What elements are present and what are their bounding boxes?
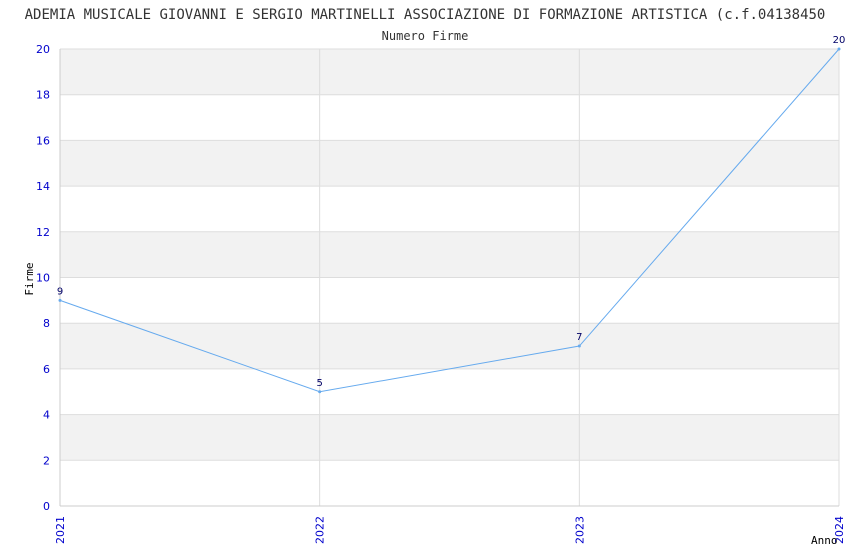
data-point (318, 390, 322, 394)
y-tick-label: 18 (36, 89, 50, 102)
x-tick-labels: 2021 2022 2023 2024 (54, 516, 846, 544)
line-chart: 0 2 4 6 8 10 12 14 16 18 20 2021 2022 2023 20 2 4 9 5 7 20… (23, 7, 846, 547)
y-axis-title: Firme (23, 262, 36, 295)
x-tick-label: 2023 (573, 516, 586, 544)
x-axis-title: Anno (811, 534, 838, 547)
grid-band (60, 231, 839, 278)
y-tick-labels: 0 2 4 6 8 10 12 14 16 18 20 (36, 43, 50, 513)
chart-title: ADEMIA MUSICALE GIOVANNI E SERGIO MARTIN… (25, 7, 826, 23)
data-label: 7 (576, 332, 582, 343)
data-label: 5 (316, 378, 322, 389)
data-point (837, 47, 841, 51)
y-tick-label: 12 (36, 226, 50, 239)
chart-subtitle: Numero Firme (382, 29, 469, 43)
y-tick-label: 2 (43, 454, 50, 467)
grid-band (60, 323, 839, 369)
background-bands (60, 49, 839, 461)
y-tick-label: 4 (43, 409, 50, 422)
grid-band (60, 49, 839, 95)
grid-band (60, 140, 839, 187)
y-tick-label: 6 (43, 363, 50, 376)
data-point (58, 298, 62, 302)
y-tick-label: 14 (36, 180, 50, 193)
grid-band (60, 414, 839, 461)
y-tick-label: 8 (43, 317, 50, 330)
x-tick-label: 2022 (314, 516, 327, 544)
x-tick-label: 2021 (54, 516, 67, 544)
y-tick-label: 10 (36, 272, 50, 285)
y-tick-label: 0 (43, 500, 50, 513)
data-point (577, 344, 581, 348)
y-tick-label: 16 (36, 134, 50, 147)
data-label: 20 (833, 35, 846, 46)
data-label: 9 (57, 286, 63, 297)
y-tick-label: 20 (36, 43, 50, 56)
